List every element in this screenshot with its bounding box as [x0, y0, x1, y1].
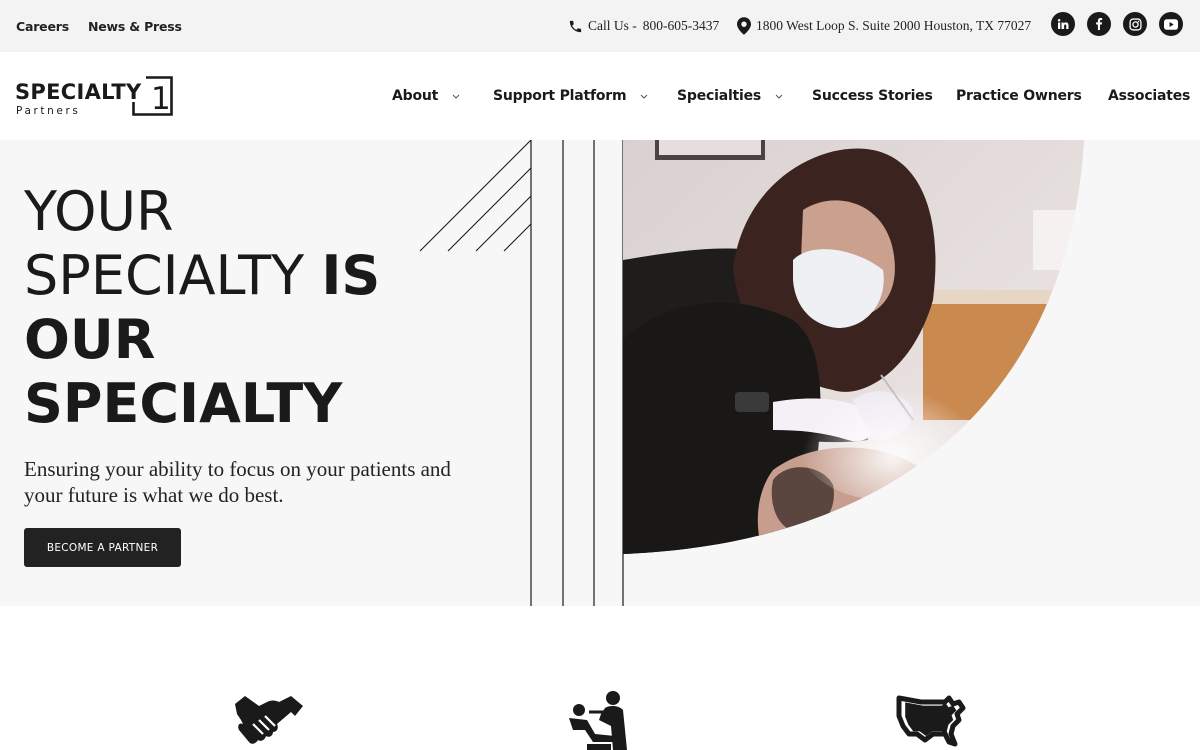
nav-about[interactable]: About	[392, 52, 460, 140]
facebook-icon[interactable]	[1087, 12, 1111, 36]
phone-icon	[568, 19, 583, 34]
chevron-down-icon	[452, 94, 460, 99]
nav-associates[interactable]: Associates	[1108, 52, 1190, 140]
features-section	[0, 606, 1200, 750]
nav-success-stories-label: Success Stories	[812, 88, 933, 104]
call-us-label: Call Us -	[588, 18, 637, 33]
specialty1-logo[interactable]: SPECIALTY Partners 1	[15, 74, 175, 120]
address-text: 1800 West Loop S. Suite 2000 Houston, TX…	[756, 18, 1032, 33]
nav-associates-label: Associates	[1108, 88, 1191, 104]
hero-section: YOUR SPECIALTY IS OUR SPECIALTY Ensuring…	[0, 140, 1200, 606]
map-pin-icon	[737, 17, 751, 35]
headline-line-2-bold: IS	[321, 244, 381, 307]
utility-links: Careers News & Press	[16, 0, 182, 52]
handshake-icon	[235, 696, 303, 744]
top-utility-bar: Careers News & Press Call Us - 800-605-3…	[0, 0, 1200, 52]
instagram-icon[interactable]	[1123, 12, 1147, 36]
address-link[interactable]: 1800 West Loop S. Suite 2000 Houston, TX…	[737, 0, 1031, 52]
headline-line-2-thin: SPECIALTY	[24, 244, 305, 307]
nav-specialties[interactable]: Specialties	[677, 52, 783, 140]
nav-practice-owners[interactable]: Practice Owners	[956, 52, 1082, 140]
nav-practice-owners-label: Practice Owners	[956, 88, 1082, 104]
phone-number: 800-605-3437	[642, 18, 720, 33]
hero-photo-dentist	[623, 140, 1084, 554]
nav-specialties-label: Specialties	[677, 88, 762, 104]
call-us-link[interactable]: Call Us - 800-605-3437	[568, 0, 719, 52]
nav-success-stories[interactable]: Success Stories	[812, 52, 933, 140]
usa-map-icon	[896, 695, 966, 747]
headline-line-4: SPECIALTY	[24, 372, 343, 435]
nav-about-label: About	[392, 88, 439, 104]
dental-chair-icon	[569, 691, 627, 750]
become-a-partner-button[interactable]: BECOME A PARTNER	[24, 528, 181, 567]
linkedin-icon[interactable]	[1051, 12, 1075, 36]
hero-headline: YOUR SPECIALTY IS OUR SPECIALTY	[24, 180, 380, 436]
hero-subtext: Ensuring your ability to focus on your p…	[24, 457, 451, 507]
nav-support-platform[interactable]: Support Platform	[493, 52, 648, 140]
chevron-down-icon	[775, 94, 783, 99]
nav-support-platform-label: Support Platform	[493, 88, 627, 104]
logo-number: 1	[151, 81, 171, 116]
news-press-link[interactable]: News & Press	[88, 19, 182, 34]
careers-link[interactable]: Careers	[16, 19, 69, 34]
logo-wordmark: SPECIALTY	[15, 80, 142, 104]
headline-line-3: OUR	[24, 308, 156, 371]
headline-line-1: YOUR	[24, 180, 174, 243]
logo-subtitle: Partners	[16, 105, 81, 117]
youtube-icon[interactable]	[1159, 12, 1183, 36]
chevron-down-icon	[640, 94, 648, 99]
main-header: SPECIALTY Partners 1 About Support Platf…	[0, 52, 1200, 140]
logo-number-box: 1	[132, 76, 173, 116]
